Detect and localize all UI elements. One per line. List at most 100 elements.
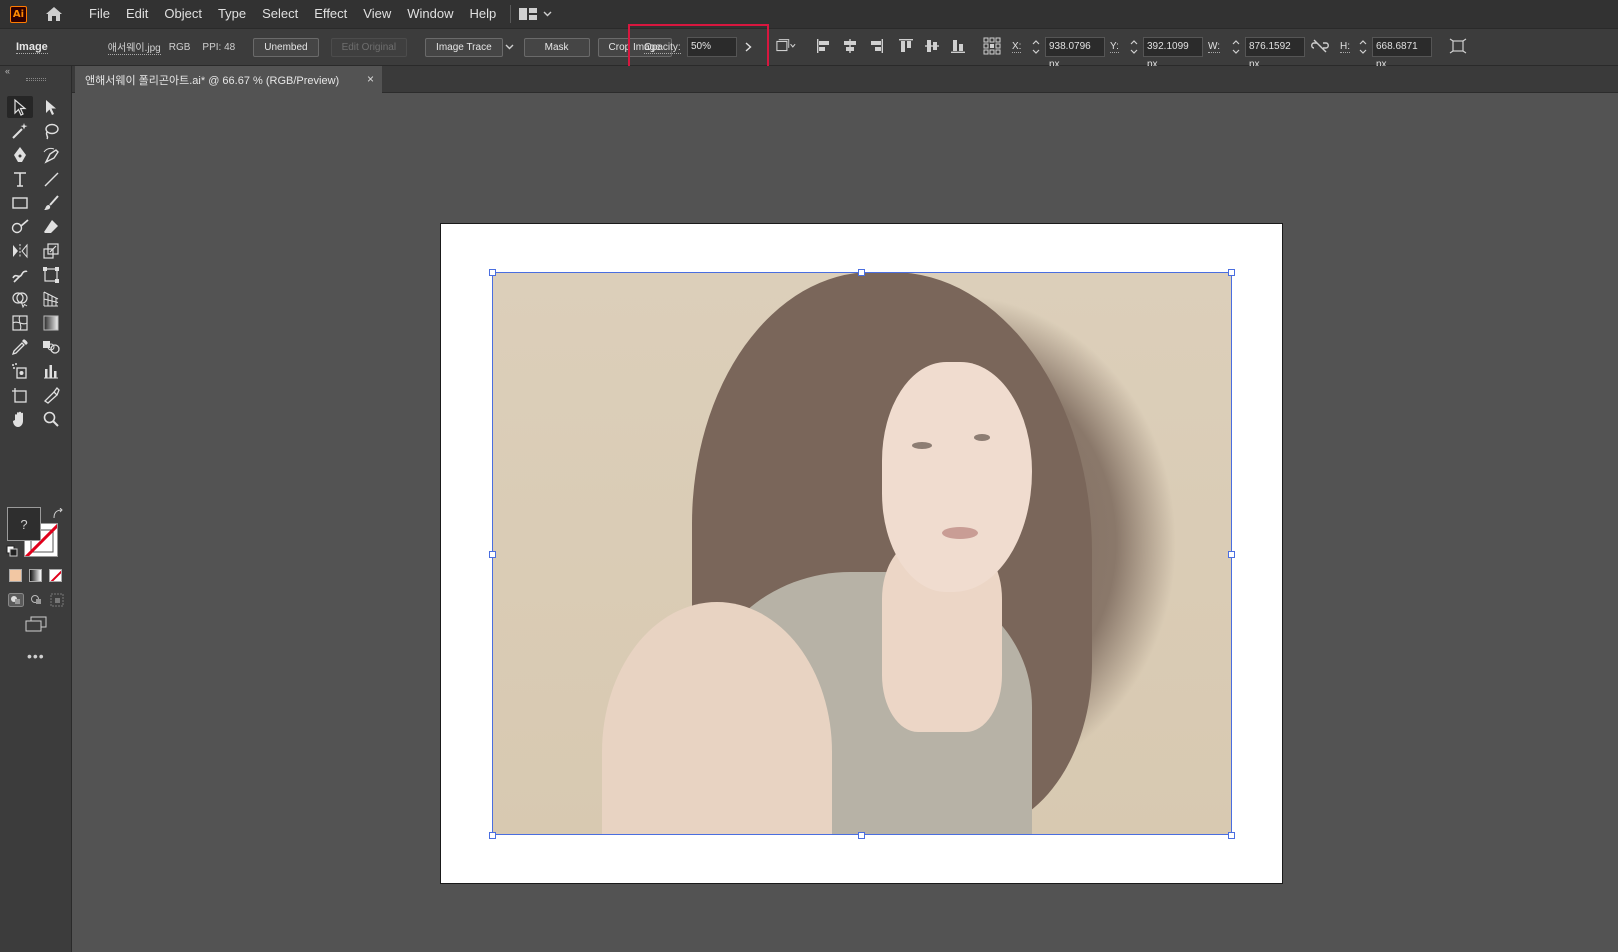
edit-original-button[interactable]: Edit Original	[330, 37, 408, 57]
align-right-icon[interactable]	[866, 36, 886, 56]
resize-handle-left[interactable]	[489, 551, 496, 558]
draw-inside-icon[interactable]	[50, 593, 64, 612]
h-input[interactable]: 668.6871 px	[1372, 37, 1432, 70]
w-stepper-icon[interactable]	[1231, 37, 1241, 57]
none-mode-swatch[interactable]	[49, 569, 62, 582]
blend-tool-icon[interactable]	[38, 336, 64, 358]
resize-handle-bottom[interactable]	[858, 832, 865, 839]
close-tab-icon[interactable]: ×	[367, 72, 374, 86]
fill-swatch[interactable]: ?	[7, 507, 41, 541]
direct-selection-tool-icon[interactable]	[38, 96, 64, 118]
image-trace-dropdown-icon[interactable]	[505, 42, 514, 53]
selection-tool-icon[interactable]	[7, 96, 33, 118]
column-graph-tool-icon[interactable]	[38, 360, 64, 382]
home-icon[interactable]	[43, 5, 65, 23]
rectangle-tool-icon[interactable]	[7, 192, 33, 214]
object-type-label[interactable]: Image	[16, 41, 48, 54]
eyedropper-tool-icon[interactable]	[7, 336, 33, 358]
default-fill-stroke-icon[interactable]	[6, 544, 18, 562]
gradient-tool-icon[interactable]	[38, 312, 64, 334]
zoom-tool-icon[interactable]	[38, 408, 64, 430]
resize-handle-top[interactable]	[858, 269, 865, 276]
w-input[interactable]: 876.1592 px	[1245, 37, 1305, 70]
image-trace-button[interactable]: Image Trace	[425, 37, 503, 57]
linked-file-name[interactable]: 애서웨이.jpg	[107, 39, 161, 55]
h-label[interactable]: H:	[1340, 41, 1350, 53]
line-segment-tool-icon[interactable]	[38, 168, 64, 190]
menu-effect[interactable]: Effect	[306, 0, 355, 28]
x-input[interactable]: 938.0796 px	[1045, 37, 1105, 70]
shaper-tool-icon[interactable]	[7, 216, 33, 238]
lasso-tool-icon[interactable]	[38, 120, 64, 142]
hand-tool-icon[interactable]	[7, 408, 33, 430]
resize-handle-bottom-left[interactable]	[489, 832, 496, 839]
align-left-icon[interactable]	[814, 36, 834, 56]
ppi-value: PPI: 48	[202, 41, 236, 53]
w-label[interactable]: W:	[1208, 41, 1221, 53]
workspace-switcher-button[interactable]	[519, 8, 552, 20]
transform-panel-icon[interactable]	[1448, 36, 1468, 56]
selection-bounding-box[interactable]	[492, 272, 1232, 835]
warp-tool-icon[interactable]	[7, 264, 33, 286]
collapse-panel-icon[interactable]: «	[5, 66, 10, 76]
y-stepper-icon[interactable]	[1129, 37, 1139, 57]
y-input[interactable]: 392.1099 px	[1143, 37, 1203, 70]
resize-handle-top-left[interactable]	[489, 269, 496, 276]
reflect-tool-icon[interactable]	[7, 240, 33, 262]
illustrator-logo: Ai	[10, 5, 27, 23]
unembed-button[interactable]: Unembed	[253, 37, 319, 57]
menu-window[interactable]: Window	[399, 0, 461, 28]
paintbrush-tool-icon[interactable]	[38, 192, 64, 214]
draw-behind-icon[interactable]	[29, 593, 45, 612]
document-tab[interactable]: 앤해서웨이 폴리곤아트.ai* @ 66.67 % (RGB/Preview) …	[75, 66, 382, 93]
align-top-icon[interactable]	[896, 36, 916, 56]
menu-bar: Ai File Edit Object Type Select Effect V…	[0, 0, 1618, 28]
menu-type[interactable]: Type	[210, 0, 254, 28]
constrain-proportions-link-icon[interactable]	[1310, 36, 1330, 56]
type-tool-icon[interactable]	[7, 168, 33, 190]
resize-handle-right[interactable]	[1228, 551, 1235, 558]
mesh-tool-icon[interactable]	[7, 312, 33, 334]
change-screen-mode-icon[interactable]	[25, 616, 47, 637]
gradient-mode-swatch[interactable]	[29, 569, 42, 582]
perspective-grid-tool-icon[interactable]	[38, 288, 64, 310]
align-horizontal-center-icon[interactable]	[840, 36, 860, 56]
reference-point-icon[interactable]	[982, 36, 1002, 56]
resize-handle-top-right[interactable]	[1228, 269, 1235, 276]
h-stepper-icon[interactable]	[1358, 37, 1368, 57]
menu-divider	[510, 5, 512, 23]
artboard-tool-icon[interactable]	[7, 384, 33, 406]
y-label[interactable]: Y:	[1110, 41, 1119, 53]
scale-tool-icon[interactable]	[38, 240, 64, 262]
menu-file[interactable]: File	[81, 0, 118, 28]
recolor-artwork-icon[interactable]	[776, 36, 796, 56]
symbol-sprayer-tool-icon[interactable]	[7, 360, 33, 382]
align-vertical-center-icon[interactable]	[922, 36, 942, 56]
menu-edit[interactable]: Edit	[118, 0, 156, 28]
free-transform-tool-icon[interactable]	[38, 264, 64, 286]
x-label[interactable]: X:	[1012, 41, 1022, 53]
x-stepper-icon[interactable]	[1031, 37, 1041, 57]
draw-normal-icon[interactable]	[8, 593, 24, 612]
resize-handle-bottom-right[interactable]	[1228, 832, 1235, 839]
pen-tool-icon[interactable]	[7, 144, 33, 166]
menu-view[interactable]: View	[355, 0, 399, 28]
menu-object[interactable]: Object	[156, 0, 210, 28]
color-mode: RGB	[168, 41, 191, 53]
shape-builder-tool-icon[interactable]	[7, 288, 33, 310]
opacity-highlight-box	[628, 24, 769, 70]
magic-wand-tool-icon[interactable]	[7, 120, 33, 142]
document-tab-bar: 앤해서웨이 폴리곤아트.ai* @ 66.67 % (RGB/Preview) …	[72, 66, 1618, 93]
mask-button[interactable]: Mask	[523, 37, 590, 57]
eraser-tool-icon[interactable]	[38, 216, 64, 238]
align-bottom-icon[interactable]	[948, 36, 968, 56]
slice-tool-icon[interactable]	[38, 384, 64, 406]
curvature-tool-icon[interactable]	[38, 144, 64, 166]
edit-toolbar-more-icon[interactable]: •••	[27, 648, 45, 664]
chevron-down-icon	[543, 11, 552, 17]
swap-fill-stroke-icon[interactable]	[52, 507, 64, 525]
menu-select[interactable]: Select	[254, 0, 306, 28]
menu-help[interactable]: Help	[461, 0, 504, 28]
panel-grip[interactable]	[26, 78, 46, 81]
color-mode-swatch[interactable]	[9, 569, 22, 582]
